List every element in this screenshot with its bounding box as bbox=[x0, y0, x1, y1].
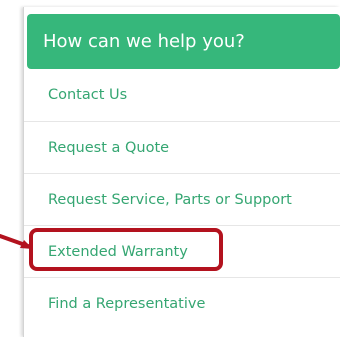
help-menu-panel: How can we help you? Contact Us Request … bbox=[23, 7, 340, 337]
menu-item-contact-us[interactable]: Contact Us bbox=[24, 69, 340, 121]
help-menu-title[interactable]: How can we help you? bbox=[27, 14, 340, 69]
menu-item-request-service-parts-support[interactable]: Request Service, Parts or Support bbox=[24, 173, 340, 225]
annotation-arrow-icon bbox=[0, 234, 33, 249]
menu-item-find-a-representative[interactable]: Find a Representative bbox=[24, 277, 340, 329]
menu-item-request-a-quote[interactable]: Request a Quote bbox=[24, 121, 340, 173]
